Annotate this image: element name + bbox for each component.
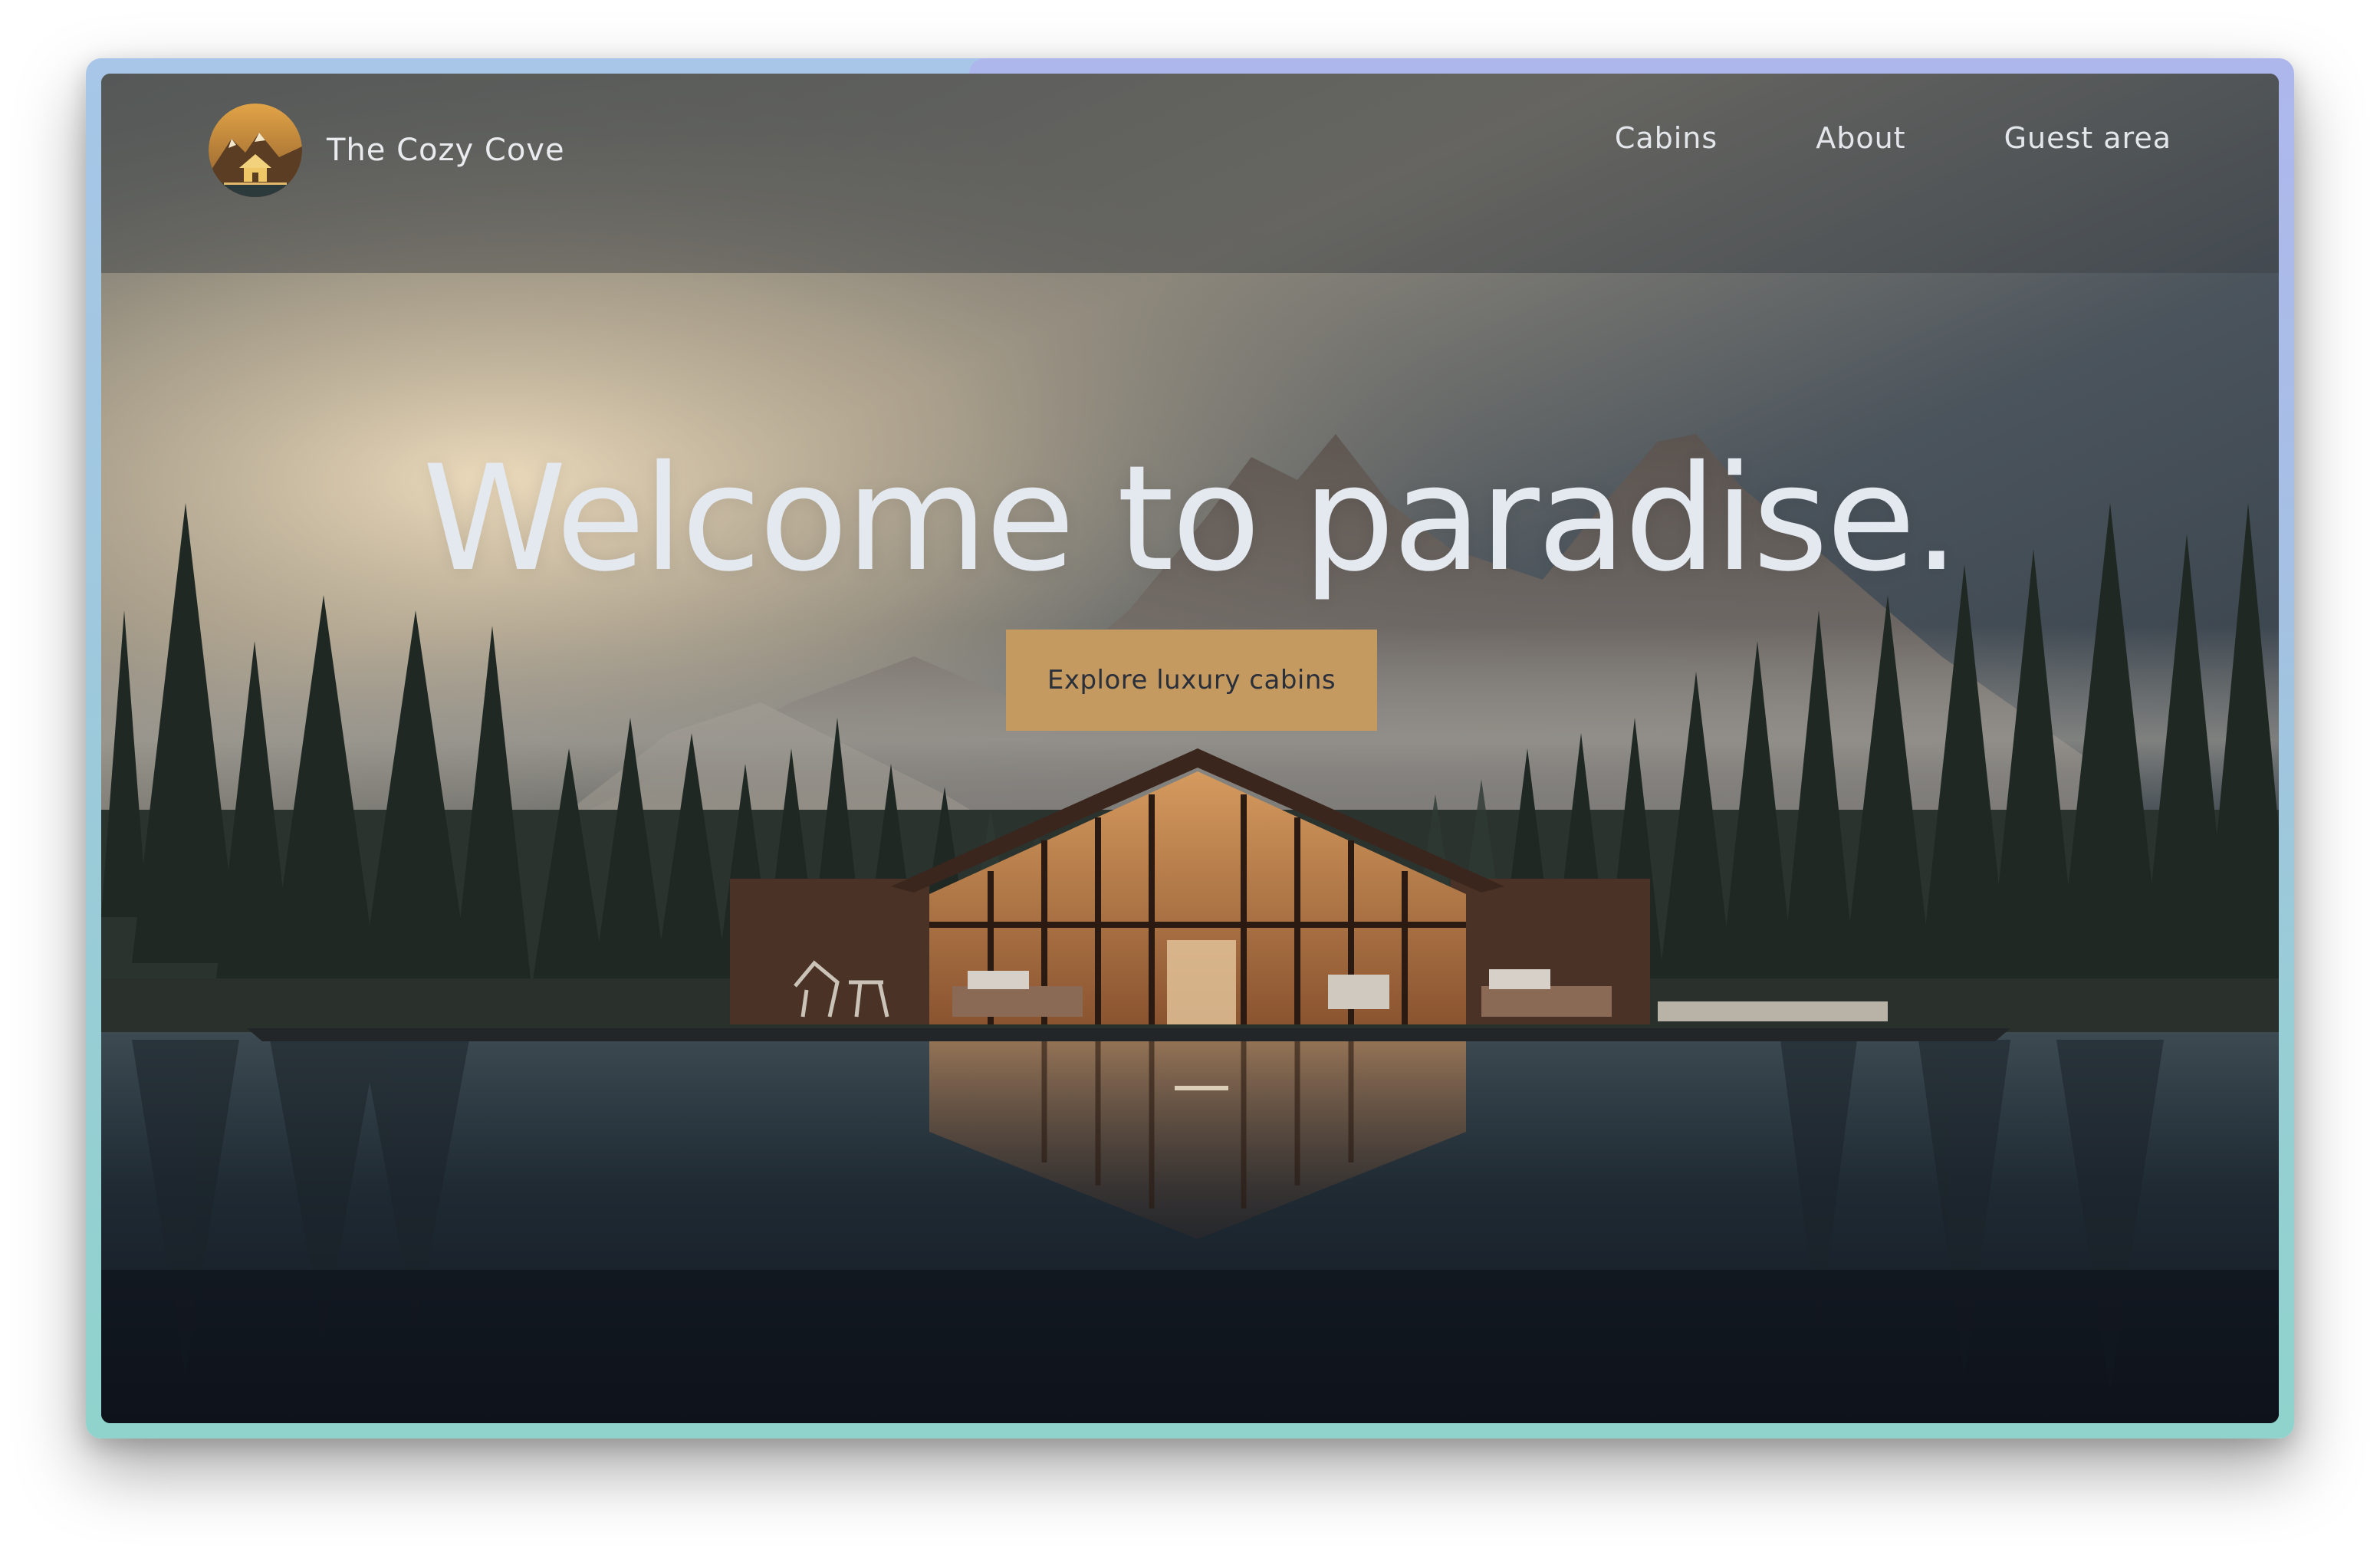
hero-background-image <box>101 74 2279 1423</box>
hero-title: Welcome to paradise. <box>422 434 1960 603</box>
nav-link-about[interactable]: About <box>1816 121 1905 155</box>
page-viewport: The Cozy Cove Cabins About Guest area We… <box>101 74 2279 1423</box>
nav-link-cabins[interactable]: Cabins <box>1615 121 1718 155</box>
cabin-mountain-logo-icon <box>209 104 302 197</box>
browser-frame: The Cozy Cove Cabins About Guest area We… <box>86 58 2294 1439</box>
brand-name: The Cozy Cove <box>327 133 565 168</box>
brand[interactable]: The Cozy Cove <box>209 104 565 197</box>
main-nav: Cabins About Guest area <box>1615 121 2171 155</box>
nav-link-guest-area[interactable]: Guest area <box>2004 121 2171 155</box>
explore-cabins-button[interactable]: Explore luxury cabins <box>1006 630 1377 731</box>
